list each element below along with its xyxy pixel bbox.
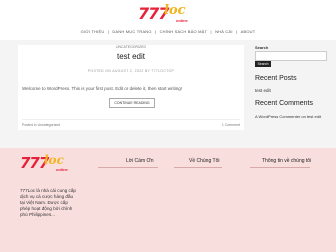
site-footer: 777 loc online 777Loc là nhà cái cung cấ…: [0, 148, 336, 252]
post-excerpt: Welcome to WordPress. This is your first…: [22, 86, 183, 91]
logo-tag: online: [176, 18, 188, 23]
nav-item-gioi-thieu[interactable]: GIỚI THIỆU: [81, 29, 105, 34]
comments-link[interactable]: 1 Comment: [222, 123, 240, 127]
recent-post-link[interactable]: test edit: [255, 88, 271, 93]
main-nav: GIỚI THIỆU | DANH MỤC TRANG | CHÍNH SÁCH…: [0, 29, 336, 34]
post-category[interactable]: UNCATEGORIZED: [18, 45, 244, 49]
post-footer: Posted in Uncategorized 1 Comment: [22, 119, 240, 127]
search-input[interactable]: [255, 51, 327, 61]
footer-logo-word: loc: [44, 153, 64, 167]
site-header: 777 loc online GIỚI THIỆU | DANH MỤC TRA…: [0, 0, 336, 40]
nav-item-nha-cai[interactable]: NHÀ CÁI: [215, 29, 233, 34]
footer-divider: [250, 167, 310, 168]
footer-heading-about: Về Chúng Tôi: [189, 158, 220, 164]
footer-heading-thanks: Lời Cám Ơn: [126, 158, 154, 164]
site-logo[interactable]: 777 loc online: [138, 3, 194, 24]
recent-comments-heading: Recent Comments: [255, 100, 313, 107]
logo-word: loc: [164, 3, 186, 18]
footer-divider: [98, 167, 158, 168]
search-label: Search: [255, 45, 269, 50]
nav-item-danh-muc[interactable]: DANH MỤC TRANG: [112, 29, 151, 34]
nav-separator: |: [236, 29, 238, 34]
nav-separator: |: [210, 29, 212, 34]
footer-logo[interactable]: 777 loc online: [20, 153, 76, 172]
nav-item-about[interactable]: ABOUT: [241, 29, 256, 34]
post-card: UNCATEGORIZED test edit POSTED ON AUGUST…: [18, 45, 244, 130]
post-meta: POSTED ON AUGUST 2, 2022 BY 777LOCTOP: [87, 69, 175, 73]
footer-logo-tag: online: [56, 167, 68, 172]
post-title[interactable]: test edit: [18, 52, 244, 61]
nav-item-chinh-sach[interactable]: CHÍNH SÁCH BẢO MẬT: [160, 29, 208, 34]
footer-divider: [174, 167, 222, 168]
continue-reading-button[interactable]: CONTINUE READING: [109, 98, 155, 108]
nav-separator: |: [155, 29, 157, 34]
footer-about-text: 777Loc là nhà cái cung cấp dịch vụ cá cư…: [20, 188, 76, 217]
footer-heading-info: Thông tin về chúng tôi: [262, 158, 312, 164]
posted-in[interactable]: Posted in Uncategorized: [22, 123, 60, 127]
nav-separator: |: [107, 29, 109, 34]
search-button[interactable]: Search: [255, 61, 271, 67]
recent-posts-heading: Recent Posts: [255, 75, 297, 82]
recent-comment-item[interactable]: A WordPress Commenter on test edit: [255, 114, 333, 119]
